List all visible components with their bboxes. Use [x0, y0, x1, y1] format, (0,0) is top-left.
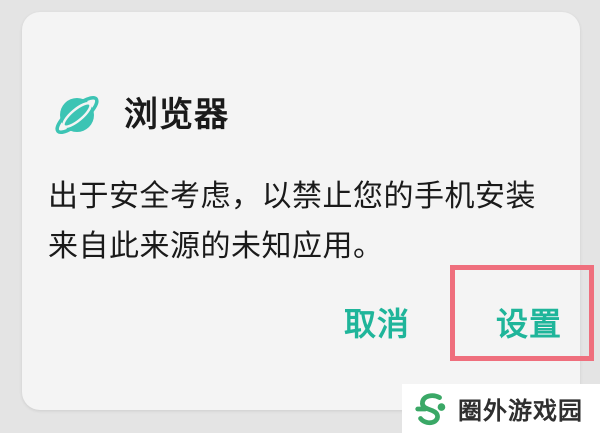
watermark: 圈外游戏园 — [402, 384, 600, 433]
cancel-button[interactable]: 取消 — [344, 302, 410, 346]
settings-button[interactable]: 设置 — [496, 302, 562, 346]
dialog-message: 出于安全考虑，以禁止您的手机安装 来自此来源的未知应用。 — [48, 172, 568, 272]
dialog-message-line-1: 出于安全考虑，以禁止您的手机安装 — [48, 179, 536, 214]
dialog-message-line-2: 来自此来源的未知应用。 — [48, 229, 384, 264]
s-logo-icon — [415, 392, 446, 425]
watermark-text: 圈外游戏园 — [458, 397, 583, 425]
dialog-title: 浏览器 — [124, 95, 229, 135]
screen: 浏览器 出于安全考虑，以禁止您的手机安装 来自此来源的未知应用。 取消 设置 圈… — [0, 0, 600, 433]
unknown-app-install-dialog: 浏览器 出于安全考虑，以禁止您的手机安装 来自此来源的未知应用。 取消 设置 — [22, 12, 580, 410]
planet-icon — [55, 96, 99, 134]
